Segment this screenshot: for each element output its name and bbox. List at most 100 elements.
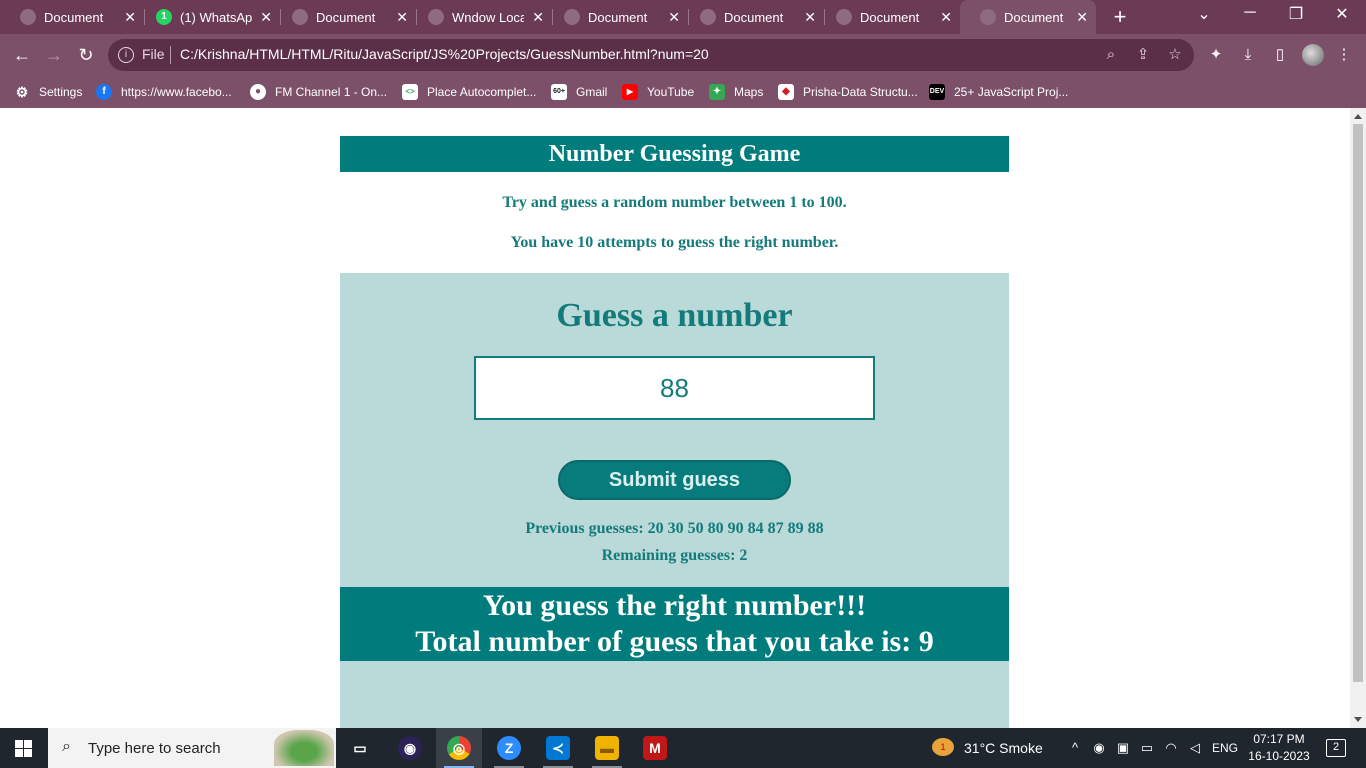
gmail-icon: 60+ <box>551 84 567 100</box>
weather-icon[interactable]: 1 <box>932 738 954 756</box>
scroll-down-icon[interactable] <box>1354 717 1362 722</box>
address-divider <box>170 46 171 64</box>
scroll-thumb[interactable] <box>1353 124 1363 682</box>
bookmark-item[interactable]: DEV 25+ JavaScript Proj... <box>929 82 1068 102</box>
browser-tab[interactable]: Wndow Location ✕ <box>408 0 552 34</box>
site-info-icon[interactable]: i <box>118 47 134 63</box>
clock-date: 16-10-2023 <box>1248 749 1310 763</box>
tab-title: Wndow Location <box>452 9 524 25</box>
bookmark-item[interactable]: ● FM Channel 1 - On... <box>250 82 387 102</box>
taskbar-app-mcafee[interactable]: M <box>632 728 678 768</box>
bookmark-star-icon[interactable]: ☆ <box>1165 45 1185 65</box>
submit-guess-button[interactable]: Submit guess <box>558 460 791 500</box>
clock-time: 07:17 PM <box>1253 732 1305 746</box>
bookmark-label: Place Autocomplet... <box>427 85 537 99</box>
zoom-icon[interactable]: ⌕ <box>1101 45 1121 65</box>
close-icon[interactable]: ✕ <box>532 9 544 25</box>
language-indicator[interactable]: ENG <box>1212 741 1238 755</box>
taskbar-search[interactable]: ⌕ Type here to search <box>48 728 336 768</box>
guess-panel: Guess a number Submit guess Previous gue… <box>340 273 1009 728</box>
extensions-icon[interactable]: ✦ <box>1206 45 1226 65</box>
reload-button[interactable]: ↻ <box>74 43 98 67</box>
tab-title: (1) WhatsApp <box>180 9 252 25</box>
url-text[interactable]: C:/Krishna/HTML/HTML/Ritu/JavaScript/JS%… <box>180 46 709 62</box>
back-button[interactable]: ← <box>10 43 34 67</box>
page-viewport: Number Guessing Game Try and guess a ran… <box>0 108 1350 728</box>
bookmark-label: Maps <box>734 85 764 99</box>
weather-text[interactable]: 31°C Smoke <box>964 740 1043 756</box>
result-message: You guess the right number!!! <box>482 589 867 622</box>
notification-icon[interactable]: 2 <box>1326 739 1346 757</box>
volume-icon[interactable]: ◁ <box>1186 739 1204 757</box>
chrome-icon: ◎ <box>447 736 471 760</box>
profile-avatar[interactable] <box>1302 44 1324 66</box>
system-clock[interactable]: 07:17 PM 16-10-2023 <box>1246 731 1312 765</box>
bookmark-item[interactable]: ✦ Maps <box>709 82 763 102</box>
new-tab-button[interactable]: + <box>1108 4 1132 30</box>
globe-icon: ● <box>250 84 266 100</box>
task-view-icon: ▭ <box>353 740 367 756</box>
bookmark-label: Gmail <box>576 85 608 99</box>
result-banner: You guess the right number!!! Total numb… <box>340 587 1009 661</box>
tab-title: Document <box>44 9 104 25</box>
scroll-up-icon[interactable] <box>1354 114 1362 119</box>
browser-tab[interactable]: Document ✕ <box>816 0 960 34</box>
close-icon[interactable]: ✕ <box>804 9 816 25</box>
browser-tab[interactable]: 1 (1) WhatsApp ✕ <box>136 0 280 34</box>
address-bar[interactable]: i File C:/Krishna/HTML/HTML/Ritu/JavaScr… <box>108 39 1194 71</box>
globe-icon <box>564 9 580 25</box>
tab-search-icon[interactable]: ⌄ <box>1184 4 1224 24</box>
restore-button[interactable]: ❐ <box>1276 4 1316 24</box>
bookmark-item[interactable]: <> Place Autocomplet... <box>402 82 536 102</box>
taskbar-app-vscode[interactable]: ≺ <box>535 728 581 768</box>
close-icon[interactable]: ✕ <box>396 9 408 25</box>
chevron-up-icon[interactable]: ^ <box>1066 739 1084 757</box>
download-icon[interactable]: ⤓ <box>1238 45 1258 65</box>
bookmark-item[interactable]: f https://www.facebo... <box>96 82 232 102</box>
browser-tab-active[interactable]: Document ✕ <box>960 0 1096 34</box>
bookmark-item[interactable]: ▶ YouTube <box>622 82 694 102</box>
browser-tab[interactable]: Document ✕ <box>272 0 416 34</box>
close-icon[interactable]: ✕ <box>940 9 952 25</box>
bookmark-label: Prisha-Data Structu... <box>803 85 918 99</box>
result-count: Total number of guess that you take is: … <box>415 625 934 658</box>
browser-tab[interactable]: Document ✕ <box>544 0 688 34</box>
close-icon[interactable]: ✕ <box>668 9 680 25</box>
tab-title: Document <box>860 9 920 25</box>
menu-icon[interactable]: ⋮ <box>1334 45 1354 65</box>
close-icon[interactable]: ✕ <box>124 9 136 25</box>
share-icon[interactable]: ⇪ <box>1133 45 1153 65</box>
meet-now-icon[interactable]: ▣ <box>1114 739 1132 757</box>
close-icon[interactable]: ✕ <box>260 9 272 25</box>
record-icon[interactable]: ◉ <box>1090 739 1108 757</box>
tab-title: Document <box>588 9 648 25</box>
search-placeholder: Type here to search <box>88 740 221 757</box>
forward-button[interactable]: → <box>42 43 66 67</box>
taskbar-app-zoom[interactable]: Z <box>486 728 532 768</box>
window-close-button[interactable]: ✕ <box>1322 4 1362 24</box>
previous-guesses: Previous guesses: 20 30 50 80 90 84 87 8… <box>525 520 824 537</box>
taskbar-app-file-explorer[interactable]: ▬ <box>584 728 630 768</box>
taskbar-app-task-view[interactable]: ▭ <box>337 728 383 768</box>
bookmark-item[interactable]: ◆ Prisha-Data Structu... <box>778 82 918 102</box>
bookmark-label: 25+ JavaScript Proj... <box>954 85 1069 99</box>
battery-icon[interactable]: ▭ <box>1138 739 1156 757</box>
browser-tab[interactable]: Document ✕ <box>0 0 144 34</box>
bookmark-item[interactable]: 60+ Gmail <box>551 82 607 102</box>
side-panel-icon[interactable]: ▯ <box>1270 45 1290 65</box>
taskbar-app-chrome[interactable]: ◎ <box>436 728 482 768</box>
bookmark-item[interactable]: ⚙ Settings <box>14 82 83 102</box>
taskbar-app-eclipse[interactable]: ◉ <box>387 728 433 768</box>
bookmark-label: FM Channel 1 - On... <box>275 85 388 99</box>
wifi-icon[interactable]: ◠ <box>1162 739 1180 757</box>
tab-title: Document <box>316 9 376 25</box>
guess-input[interactable] <box>474 356 875 420</box>
windows-start-icon[interactable] <box>15 740 32 757</box>
close-icon[interactable]: ✕ <box>1076 9 1088 25</box>
browser-tab[interactable]: Document ✕ <box>680 0 824 34</box>
page-scrollbar[interactable] <box>1350 108 1366 728</box>
minimize-button[interactable]: ─ <box>1230 4 1270 22</box>
bookmark-red-icon: ◆ <box>778 84 794 100</box>
globe-icon <box>980 9 996 25</box>
globe-icon <box>20 9 36 25</box>
